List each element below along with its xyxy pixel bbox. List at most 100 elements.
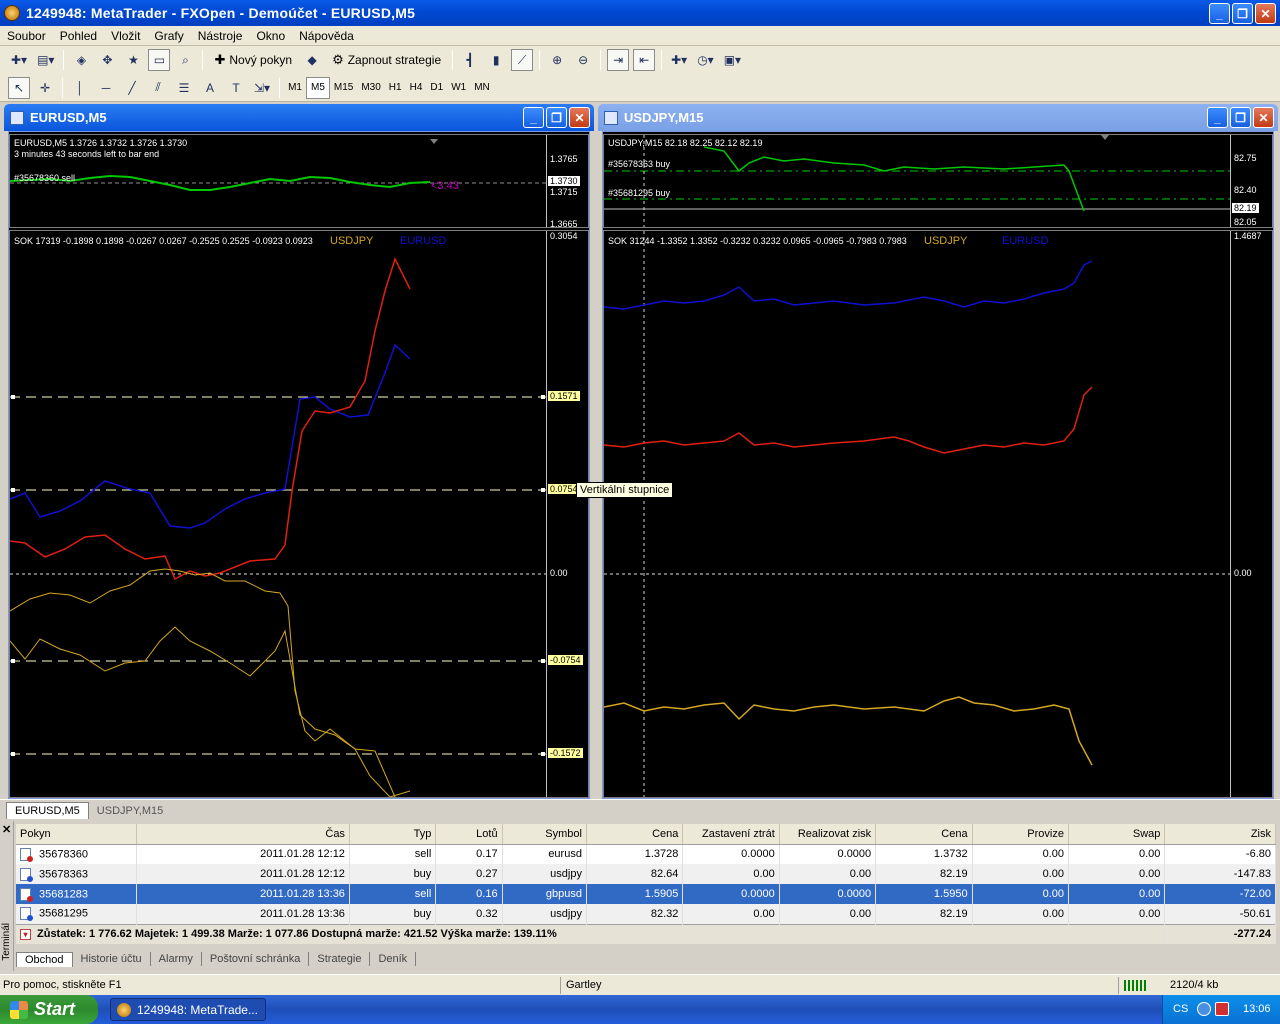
chart-area[interactable]: EURUSD,M5 1.3726 1.3732 1.3726 1.3730 3 … xyxy=(8,131,590,799)
timeframe-d1[interactable]: D1 xyxy=(426,77,447,99)
crosshair-icon[interactable]: ✛ xyxy=(34,77,56,99)
favorites-icon[interactable]: ★ xyxy=(122,49,144,71)
clock: 13:06 xyxy=(1243,1003,1271,1015)
table-row[interactable]: 35678360 2011.01.28 12:12 sell 0.17 euru… xyxy=(16,844,1276,864)
text-label-icon[interactable]: T xyxy=(225,77,247,99)
timeframe-m1[interactable]: M1 xyxy=(284,77,306,99)
col-time[interactable]: Čas xyxy=(136,824,350,845)
chart-minimize-button[interactable]: _ xyxy=(1207,107,1228,128)
text-icon[interactable]: A xyxy=(199,77,221,99)
timeframe-m15[interactable]: M15 xyxy=(330,77,357,99)
timeframe-h4[interactable]: H4 xyxy=(406,77,427,99)
chart-close-button[interactable]: ✕ xyxy=(1253,107,1274,128)
timeframe-w1[interactable]: W1 xyxy=(447,77,470,99)
chart-window-eurusd[interactable]: EURUSD,M5 _ ❐ ✕ EURUSD,M5 1.3726 1.3732 … xyxy=(4,104,594,799)
zoom-in-icon[interactable]: ⊕ xyxy=(546,49,568,71)
price-pane[interactable]: USDJPY,M15 82.18 82.25 82.12 82.19 #3567… xyxy=(603,134,1273,228)
auto-scroll-icon[interactable]: ⇥ xyxy=(607,49,630,71)
table-row-selected[interactable]: 35681283 2011.01.28 13:36 sell 0.16 gbpu… xyxy=(16,884,1276,904)
tab-postovni-schranka[interactable]: Poštovní schránka xyxy=(202,952,310,966)
col-commission[interactable]: Provize xyxy=(972,824,1069,845)
language-indicator[interactable]: CS xyxy=(1173,1003,1188,1015)
chart-shift-icon[interactable]: ⇤ xyxy=(633,49,656,71)
menu-okno[interactable]: Okno xyxy=(249,29,292,43)
arrows-icon[interactable]: ⇲▾ xyxy=(251,77,273,99)
chart-window-title-bar[interactable]: EURUSD,M5 _ ❐ ✕ xyxy=(4,104,594,131)
col-symbol[interactable]: Symbol xyxy=(502,824,587,845)
price-scale[interactable]: 1.3765 1.3730 1.3715 1.3665 xyxy=(546,135,588,229)
col-take-profit[interactable]: Realizovat zisk xyxy=(779,824,877,845)
terminal-close-icon[interactable]: ✕ xyxy=(2,823,11,836)
col-lots[interactable]: Lotů xyxy=(435,824,503,845)
equidistant-channel-icon[interactable]: ⫽ xyxy=(147,77,169,99)
indicator-pane[interactable]: SOK 17319 -0.1898 0.1898 -0.0267 0.0267 … xyxy=(9,230,589,798)
indicator-pane[interactable]: SOK 31244 -1.3352 1.3352 -0.3232 0.3232 … xyxy=(603,230,1273,798)
col-stop-loss[interactable]: Zastavení ztrát xyxy=(682,824,780,845)
menu-grafy[interactable]: Grafy xyxy=(147,29,190,43)
start-button[interactable]: Start xyxy=(0,995,98,1024)
col-current-price[interactable]: Cena xyxy=(875,824,973,845)
col-swap[interactable]: Swap xyxy=(1068,824,1166,845)
col-price[interactable]: Cena xyxy=(586,824,684,845)
zoom-out-icon[interactable]: ⊖ xyxy=(572,49,594,71)
bar-chart-icon[interactable]: ┫ xyxy=(459,49,481,71)
templates-icon[interactable]: ▣▾ xyxy=(721,49,744,71)
indicator-scale[interactable]: 0.3054 0.1571 0.0754 0.00 -0.0754 -0.157… xyxy=(546,231,588,797)
col-type[interactable]: Typ xyxy=(349,824,437,845)
menu-pohled[interactable]: Pohled xyxy=(53,29,104,43)
market-watch-icon[interactable]: ◈ xyxy=(70,49,92,71)
strategies-button[interactable]: ⚙ Zapnout strategie xyxy=(327,49,446,71)
tab-denik[interactable]: Deník xyxy=(370,952,417,966)
tab-alarmy[interactable]: Alarmy xyxy=(151,952,202,966)
indicator-scale[interactable]: 1.4687 0.00 xyxy=(1230,231,1272,797)
menu-vlozit[interactable]: Vložit xyxy=(104,29,147,43)
tab-strategie[interactable]: Strategie xyxy=(309,952,371,966)
menu-soubor[interactable]: Soubor xyxy=(0,29,53,43)
indicators-icon[interactable]: ✚▾ xyxy=(668,49,690,71)
security-alert-icon[interactable] xyxy=(1215,1002,1229,1016)
fibonacci-icon[interactable]: ☰ xyxy=(173,77,195,99)
network-icon[interactable] xyxy=(1197,1002,1211,1016)
table-row[interactable]: 35681295 2011.01.28 13:36 buy 0.32 usdjp… xyxy=(16,904,1276,924)
table-row[interactable]: 35678363 2011.01.28 12:12 buy 0.27 usdjp… xyxy=(16,864,1276,884)
timeframe-mn[interactable]: MN xyxy=(470,77,494,99)
line-chart-icon[interactable]: ⟋ xyxy=(511,49,534,71)
timeframe-m5[interactable]: M5 xyxy=(305,76,330,99)
candlestick-icon[interactable]: ▮ xyxy=(485,49,507,71)
chart-window-usdjpy[interactable]: USDJPY,M15 _ ❐ ✕ USDJPY,M15 82.18 82.25 … xyxy=(598,104,1278,799)
minimize-button[interactable]: _ xyxy=(1209,3,1230,24)
metaeditor-icon[interactable]: ◆ xyxy=(301,49,323,71)
strategy-tester-icon[interactable]: ⌕ xyxy=(174,49,196,71)
menu-napoveda[interactable]: Nápověda xyxy=(292,29,361,43)
terminal-icon[interactable]: ▭ xyxy=(148,49,171,71)
col-profit[interactable]: Zisk xyxy=(1164,824,1276,845)
new-order-button[interactable]: ✚ Nový pokyn xyxy=(209,49,297,71)
profiles-icon[interactable]: ▤▾ xyxy=(34,49,57,71)
timeframe-m30[interactable]: M30 xyxy=(357,77,384,99)
horizontal-line-icon[interactable]: ─ xyxy=(95,77,117,99)
chart-area[interactable]: USDJPY,M15 82.18 82.25 82.12 82.19 #3567… xyxy=(602,131,1274,799)
taskbar-item-metatrader[interactable]: 1249948: MetaTrade... xyxy=(110,998,266,1021)
close-button[interactable]: ✕ xyxy=(1255,3,1276,24)
chart-maximize-button[interactable]: ❐ xyxy=(1230,107,1251,128)
chart-close-button[interactable]: ✕ xyxy=(569,107,590,128)
price-pane[interactable]: EURUSD,M5 1.3726 1.3732 1.3726 1.3730 3 … xyxy=(9,134,589,229)
tab-obchod[interactable]: Obchod xyxy=(16,951,73,967)
maximize-button[interactable]: ❐ xyxy=(1232,3,1253,24)
tab-historie-uctu[interactable]: Historie účtu xyxy=(73,952,151,966)
timeframe-h1[interactable]: H1 xyxy=(385,77,406,99)
chart-window-title-bar[interactable]: USDJPY,M15 _ ❐ ✕ xyxy=(598,104,1278,131)
price-scale[interactable]: 82.75 82.40 82.19 82.05 xyxy=(1230,135,1272,227)
new-chart-icon[interactable]: ✚▾ xyxy=(8,49,30,71)
col-order[interactable]: Pokyn xyxy=(16,824,138,845)
periods-icon[interactable]: ◷▾ xyxy=(694,49,717,71)
menu-nastroje[interactable]: Nástroje xyxy=(191,29,250,43)
cursor-icon[interactable]: ↖ xyxy=(8,76,30,99)
chart-tab-usdjpy[interactable]: USDJPY,M15 xyxy=(89,803,171,819)
chart-maximize-button[interactable]: ❐ xyxy=(546,107,567,128)
chart-tab-eurusd[interactable]: EURUSD,M5 xyxy=(6,802,89,819)
chart-minimize-button[interactable]: _ xyxy=(523,107,544,128)
vertical-line-icon[interactable]: │ xyxy=(69,77,91,99)
navigator-icon[interactable]: ✥ xyxy=(96,49,118,71)
trendline-icon[interactable]: ╱ xyxy=(121,77,143,99)
